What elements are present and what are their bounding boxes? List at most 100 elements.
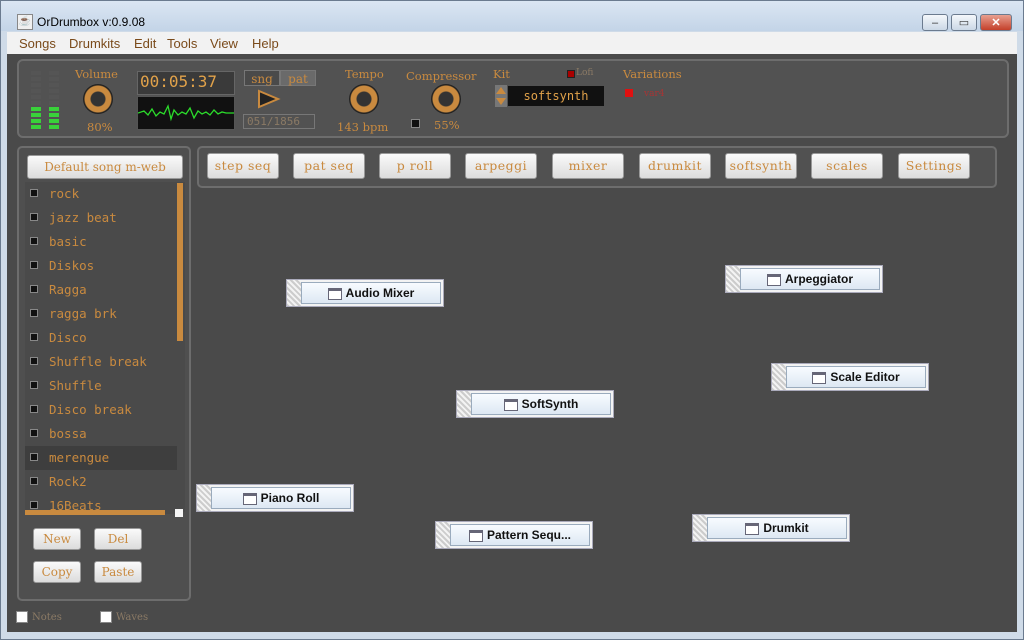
iframe-piano-roll[interactable]: Piano Roll	[196, 484, 354, 512]
volume-knob[interactable]	[83, 84, 113, 114]
song-list[interactable]: rock jazz beat basic Diskos Ragga ragga …	[25, 182, 177, 514]
tab-step-seq[interactable]: step seq	[207, 153, 279, 179]
kit-spinner-icon[interactable]	[495, 85, 507, 107]
menu-songs[interactable]: Songs	[19, 36, 56, 51]
window-icon	[745, 522, 760, 535]
tab-scales[interactable]: scales	[811, 153, 883, 179]
restore-piano-roll-button[interactable]: Piano Roll	[211, 487, 351, 509]
restore-arpeggiator-button[interactable]: Arpeggiator	[740, 268, 880, 290]
waveform-icon	[137, 104, 234, 122]
pattern-mode-button[interactable]: pat	[280, 70, 316, 86]
drag-grip[interactable]	[287, 280, 301, 306]
level-meter-right	[49, 71, 59, 131]
window-title: OrDrumbox v:0.9.08	[37, 15, 146, 29]
song-mode-button[interactable]: sng	[244, 70, 280, 86]
iframe-arpeggiator[interactable]: Arpeggiator	[725, 265, 883, 293]
iframe-title: Piano Roll	[260, 491, 320, 505]
menu-help[interactable]: Help	[252, 36, 279, 51]
list-item[interactable]: Disco	[25, 326, 177, 350]
volume-label: Volume	[75, 67, 118, 81]
drag-grip[interactable]	[197, 485, 211, 511]
list-item[interactable]: Disco break	[25, 398, 177, 422]
waves-label: Waves	[116, 612, 149, 623]
kit-selector[interactable]: softsynth	[508, 86, 604, 106]
drag-grip[interactable]	[693, 515, 707, 541]
variation-label: var4	[644, 89, 665, 99]
window-icon	[766, 273, 781, 286]
iframe-title: Drumkit	[763, 521, 809, 535]
iframe-title: Pattern Sequ...	[486, 528, 572, 542]
bullet-icon	[30, 237, 38, 245]
restore-softsynth-button[interactable]: SoftSynth	[471, 393, 611, 415]
java-app-icon: ☕	[17, 14, 33, 30]
iframe-pattern-sequencer[interactable]: Pattern Sequ...	[435, 521, 593, 549]
list-item[interactable]: bossa	[25, 422, 177, 446]
tab-arpeggi[interactable]: arpeggi	[465, 153, 537, 179]
tab-settings[interactable]: Settings	[898, 153, 970, 179]
iframe-title: Scale Editor	[830, 370, 900, 384]
menu-drumkits[interactable]: Drumkits	[69, 36, 120, 51]
list-item[interactable]: Diskos	[25, 254, 177, 278]
list-item[interactable]: Shuffle	[25, 374, 177, 398]
iframe-scale-editor[interactable]: Scale Editor	[771, 363, 929, 391]
copy-song-button[interactable]: Copy	[33, 561, 81, 583]
notes-checkbox[interactable]	[16, 611, 28, 623]
menu-view[interactable]: View	[210, 36, 238, 51]
list-item[interactable]: Ragga	[25, 278, 177, 302]
restore-scale-editor-button[interactable]: Scale Editor	[786, 366, 926, 388]
bullet-icon	[30, 189, 38, 197]
compressor-knob[interactable]	[431, 84, 461, 114]
bullet-icon	[30, 381, 38, 389]
scroll-corner	[175, 509, 183, 517]
lofi-indicator[interactable]	[567, 70, 575, 78]
restore-drumkit-button[interactable]: Drumkit	[707, 517, 847, 539]
tab-pat-seq[interactable]: pat seq	[293, 153, 365, 179]
paste-song-button[interactable]: Paste	[94, 561, 142, 583]
bullet-icon	[30, 285, 38, 293]
waves-checkbox[interactable]	[100, 611, 112, 623]
maximize-button[interactable]: ▭	[951, 14, 977, 31]
drag-grip[interactable]	[436, 522, 450, 548]
drag-grip[interactable]	[726, 266, 740, 292]
list-item-selected[interactable]: merengue	[25, 446, 177, 470]
delete-song-button[interactable]: Del	[94, 528, 142, 550]
bullet-icon	[30, 453, 38, 461]
position-counter: 051/1856	[243, 114, 315, 129]
bullet-icon	[30, 309, 38, 317]
play-icon[interactable]	[257, 89, 281, 109]
default-song-button[interactable]: Default song m-web	[27, 155, 183, 179]
restore-audio-mixer-button[interactable]: Audio Mixer	[301, 282, 441, 304]
tab-softsynth[interactable]: softsynth	[725, 153, 797, 179]
menu-tools[interactable]: Tools	[167, 36, 197, 51]
song-list-scroll-thumb[interactable]	[177, 183, 183, 341]
list-item[interactable]: Shuffle break	[25, 350, 177, 374]
list-item[interactable]: rock	[25, 182, 177, 206]
iframe-softsynth[interactable]: SoftSynth	[456, 390, 614, 418]
list-item[interactable]: basic	[25, 230, 177, 254]
bullet-icon	[30, 405, 38, 413]
new-song-button[interactable]: New	[33, 528, 81, 550]
minimize-button[interactable]: –	[922, 14, 948, 31]
iframe-audio-mixer[interactable]: Audio Mixer	[286, 279, 444, 307]
window-icon	[503, 398, 518, 411]
tab-mixer[interactable]: mixer	[552, 153, 624, 179]
list-item[interactable]: jazz beat	[25, 206, 177, 230]
list-item[interactable]: Rock2	[25, 470, 177, 494]
variations-label: Variations	[623, 67, 682, 81]
time-display: 00:05:37	[140, 72, 218, 91]
restore-pattern-sequencer-button[interactable]: Pattern Sequ...	[450, 524, 590, 546]
tab-p-roll[interactable]: p roll	[379, 153, 451, 179]
list-item[interactable]: ragga brk	[25, 302, 177, 326]
close-button[interactable]: ✕	[980, 14, 1012, 31]
status-bar	[7, 605, 1017, 629]
tab-drumkit[interactable]: drumkit	[639, 153, 711, 179]
drag-grip[interactable]	[772, 364, 786, 390]
menu-edit[interactable]: Edit	[134, 36, 156, 51]
bullet-icon	[30, 429, 38, 437]
iframe-drumkit[interactable]: Drumkit	[692, 514, 850, 542]
song-list-hscrollbar[interactable]	[25, 510, 165, 515]
compressor-toggle[interactable]	[411, 119, 420, 128]
variation-indicator[interactable]	[625, 89, 633, 97]
tempo-knob[interactable]	[349, 84, 379, 114]
drag-grip[interactable]	[457, 391, 471, 417]
